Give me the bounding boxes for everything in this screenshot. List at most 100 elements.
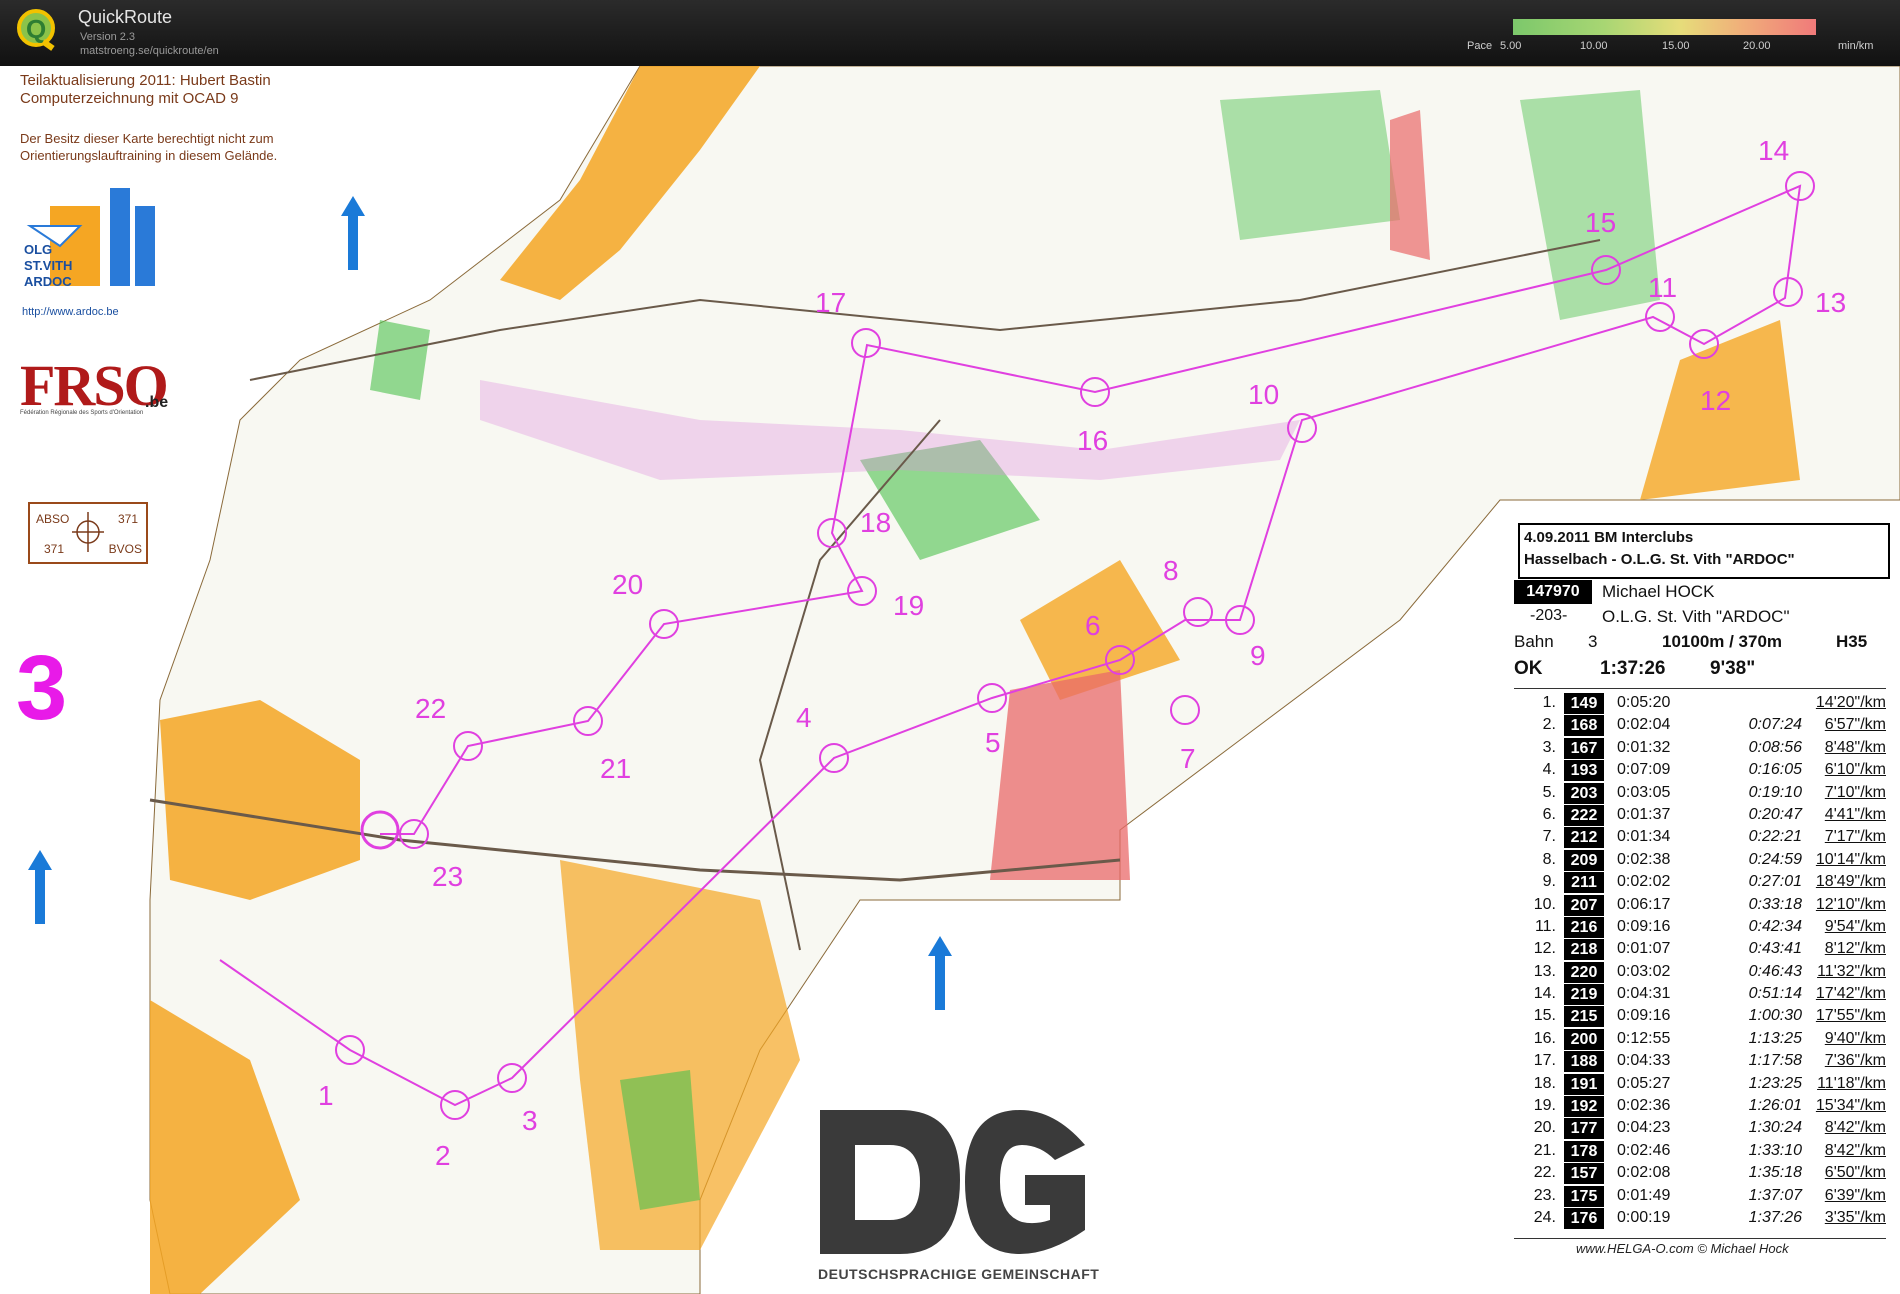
sponsor-text: DEUTSCHSPRACHIGE GEMEINSCHAFT (818, 1266, 1100, 1282)
split-pace: 17'42"/km (1815, 985, 1886, 1003)
split-time: 0:02:08 (1617, 1164, 1671, 1182)
control-code: 157 (1564, 1163, 1604, 1185)
compass-label: ABSO (36, 512, 70, 526)
club-name: O.L.G. St. Vith "ARDOC" (1602, 607, 1790, 626)
control-code: 192 (1564, 1096, 1604, 1118)
control-label: 15 (1585, 207, 1616, 238)
club-logo-text: ST.VITH (24, 258, 72, 273)
control-label: 3 (522, 1105, 538, 1136)
control-label: 23 (432, 861, 463, 892)
split-number: 12. (1533, 940, 1556, 958)
split-row: 3. 167 0:01:32 0:08:56 8'48"/km (1514, 737, 1886, 760)
split-pace: 11'18"/km (1817, 1074, 1886, 1092)
split-number: 22. (1533, 1164, 1556, 1182)
control-code: 193 (1564, 760, 1604, 782)
cumulative-time: 0:33:18 (1748, 895, 1802, 913)
split-pace: 6'50"/km (1824, 1164, 1886, 1182)
cumulative-time: 1:33:10 (1748, 1141, 1802, 1159)
control-code: 207 (1564, 894, 1604, 916)
split-time: 0:12:55 (1617, 1029, 1671, 1047)
split-pace: 8'42"/km (1824, 1141, 1886, 1159)
pace-tick: 10.00 (1580, 40, 1608, 52)
map-note: Orientierungslauftraining in diesem Gelä… (20, 148, 278, 163)
split-pace: 8'42"/km (1824, 1119, 1886, 1137)
control-code: 167 (1564, 737, 1604, 759)
average-pace: 9'38" (1710, 658, 1756, 679)
split-time: 0:04:31 (1617, 985, 1671, 1003)
split-time: 0:01:37 (1617, 805, 1671, 823)
cumulative-time: 1:30:24 (1748, 1119, 1802, 1137)
split-number: 3. (1542, 738, 1556, 756)
control-label: 8 (1163, 555, 1179, 586)
split-row: 7. 212 0:01:34 0:22:21 7'17"/km (1514, 827, 1886, 849)
split-row: 19. 192 0:02:36 1:26:01 15'34"/km (1514, 1096, 1886, 1118)
compass-label: 371 (44, 542, 65, 556)
cumulative-time: 0:27:01 (1748, 873, 1802, 891)
split-number: 8. (1542, 850, 1556, 868)
club-logo-icon: OLG ST.VITH ARDOC (24, 188, 155, 289)
split-pace: 8'12"/km (1824, 940, 1886, 958)
splits-table: 1. 149 0:05:20 14'20"/km 2. 168 0:02:04 0:07:24… (1514, 693, 1886, 1230)
quickroute-logo-icon: Q (17, 9, 55, 51)
split-time: 0:02:04 (1617, 716, 1671, 734)
split-number: 4. (1542, 761, 1556, 779)
split-time: 0:02:36 (1617, 1097, 1671, 1115)
control-label: 11 (1648, 272, 1677, 303)
split-pace: 12'10"/km (1815, 895, 1886, 913)
dg-logo-icon (820, 1110, 1085, 1254)
split-row: 11. 216 0:09:16 0:42:34 9'54"/km (1514, 916, 1886, 939)
split-pace: 18'49"/km (1815, 873, 1886, 891)
split-row: 12. 218 0:01:07 0:43:41 8'12"/km (1514, 939, 1886, 961)
app-titlebar: Q QuickRoute Version 2.3 matstroeng.se/q… (0, 0, 1900, 66)
control-label: 4 (796, 702, 812, 733)
split-row: 17. 188 0:04:33 1:17:58 7'36"/km (1514, 1051, 1886, 1073)
split-row: 6. 222 0:01:37 0:20:47 4'41"/km (1514, 804, 1886, 827)
split-pace: 8'48"/km (1824, 738, 1886, 756)
club-url[interactable]: http://www.ardoc.be (22, 306, 119, 318)
federation-logo-suffix: .be (145, 394, 169, 411)
cumulative-time: 1:13:25 (1748, 1029, 1802, 1047)
event-line: Hasselbach - O.L.G. St. Vith "ARDOC" (1524, 551, 1795, 568)
split-number: 14. (1533, 985, 1556, 1003)
control-label: 1 (318, 1080, 334, 1111)
control-code: 168 (1564, 715, 1604, 737)
split-row: 16. 200 0:12:55 1:13:25 9'40"/km (1514, 1028, 1886, 1051)
control-code: 203 (1564, 782, 1604, 804)
club-logo-text: ARDOC (24, 274, 72, 289)
event-line: 4.09.2011 BM Interclubs (1524, 529, 1694, 546)
compass-label: BVOS (108, 542, 142, 556)
split-number: 7. (1542, 828, 1556, 846)
compass-box: ABSO 371 371 BVOS (28, 502, 148, 564)
split-time: 0:01:34 (1617, 828, 1671, 846)
split-number: 18. (1533, 1074, 1556, 1092)
split-time: 0:03:05 (1617, 783, 1671, 801)
runner-name: Michael HOCK (1602, 582, 1715, 601)
result-status: OK (1514, 658, 1543, 679)
control-code: 216 (1564, 916, 1604, 938)
control-code: 222 (1564, 804, 1604, 826)
event-header: 4.09.2011 BM Interclubs Hasselbach - O.L… (1518, 523, 1890, 579)
club-number: -203- (1530, 607, 1568, 624)
split-time: 0:01:49 (1617, 1186, 1671, 1204)
split-row: 2. 168 0:02:04 0:07:24 6'57"/km (1514, 715, 1886, 737)
split-number: 9. (1542, 873, 1556, 891)
split-time: 0:09:16 (1617, 917, 1671, 935)
split-number: 17. (1533, 1052, 1556, 1070)
map-note: Der Besitz dieser Karte berechtigt nicht… (20, 131, 274, 146)
control-code: 211 (1564, 872, 1604, 894)
split-pace: 4'41"/km (1824, 805, 1886, 823)
app-url[interactable]: matstroeng.se/quickroute/en (80, 45, 219, 57)
cumulative-time: 1:35:18 (1748, 1164, 1802, 1182)
control-label: 14 (1758, 135, 1789, 166)
split-number: 19. (1533, 1097, 1556, 1115)
cumulative-time: 0:16:05 (1748, 761, 1802, 779)
compass-label: 371 (117, 512, 138, 526)
split-row: 10. 207 0:06:17 0:33:18 12'10"/km (1514, 894, 1886, 917)
north-arrow-icon (28, 850, 52, 924)
control-code: 218 (1564, 939, 1604, 961)
vegetation (1220, 90, 1400, 240)
split-number: 6. (1542, 805, 1556, 823)
split-time: 0:01:32 (1617, 738, 1671, 756)
split-pace: 9'40"/km (1824, 1029, 1886, 1047)
cumulative-time: 0:22:21 (1748, 828, 1802, 846)
